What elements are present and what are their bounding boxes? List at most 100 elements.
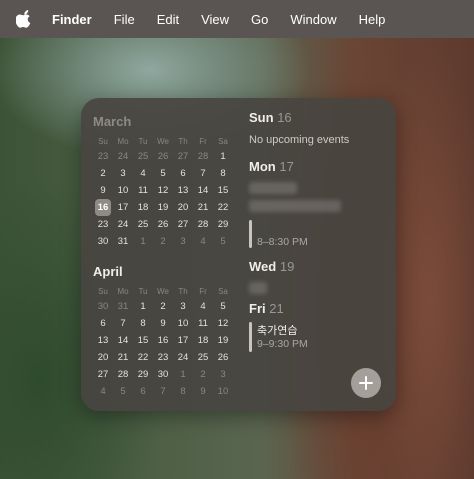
calendar-day[interactable]: 9 [153, 315, 173, 332]
plus-icon [359, 376, 373, 390]
calendar-day[interactable]: 3 [213, 366, 233, 383]
calendar-day[interactable]: 22 [133, 349, 153, 366]
calendar-day[interactable]: 26 [153, 216, 173, 233]
calendar-day[interactable]: 5 [213, 233, 233, 250]
calendar-day[interactable]: 22 [213, 199, 233, 216]
calendar-day[interactable]: 7 [113, 315, 133, 332]
calendar-day[interactable]: 18 [193, 332, 213, 349]
calendar-day[interactable]: 17 [113, 199, 133, 216]
calendar-day[interactable]: 19 [213, 332, 233, 349]
calendar-day[interactable]: 7 [153, 383, 173, 400]
event-item[interactable]: 8–8:30 PM [249, 220, 389, 250]
calendar-day[interactable]: 24 [113, 216, 133, 233]
calendar-day[interactable]: 3 [173, 298, 193, 315]
calendar-day[interactable]: 6 [173, 165, 193, 182]
calendar-day[interactable]: 29 [133, 366, 153, 383]
calendar-day[interactable]: 5 [213, 298, 233, 315]
day-name: Mon [249, 159, 276, 174]
apple-logo-icon[interactable] [16, 10, 34, 28]
calendar-day[interactable]: 24 [173, 349, 193, 366]
calendar-day[interactable]: 6 [93, 315, 113, 332]
calendar-day[interactable]: 8 [213, 165, 233, 182]
calendar-day[interactable]: 28 [193, 216, 213, 233]
calendar-day[interactable]: 15 [133, 332, 153, 349]
calendar-day[interactable]: 4 [133, 165, 153, 182]
calendar-day[interactable]: 25 [133, 148, 153, 165]
calendar-day[interactable]: 30 [93, 233, 113, 250]
calendar-day[interactable]: 4 [193, 233, 213, 250]
calendar-day[interactable]: 31 [113, 233, 133, 250]
calendar-day[interactable]: 5 [153, 165, 173, 182]
menu-help[interactable]: Help [359, 12, 386, 27]
calendar-day[interactable]: 24 [113, 148, 133, 165]
calendar-day[interactable]: 2 [153, 233, 173, 250]
event-item[interactable]: 축가연습 9–9:30 PM [249, 321, 389, 353]
calendar-day[interactable]: 10 [113, 182, 133, 199]
calendar-day[interactable]: 30 [93, 298, 113, 315]
calendar-day[interactable]: 14 [193, 182, 213, 199]
calendar-day[interactable]: 23 [93, 148, 113, 165]
calendar-day[interactable]: 16 [153, 332, 173, 349]
calendar-day[interactable]: 30 [153, 366, 173, 383]
calendar-day[interactable]: 28 [193, 148, 213, 165]
redacted-event [249, 282, 267, 294]
calendar-day[interactable]: 10 [213, 383, 233, 400]
calendar-day[interactable]: 4 [93, 383, 113, 400]
menu-edit[interactable]: Edit [157, 12, 179, 27]
calendar-day[interactable]: 26 [213, 349, 233, 366]
calendar-day[interactable]: 25 [193, 349, 213, 366]
calendar-day[interactable]: 12 [153, 182, 173, 199]
calendar-day[interactable]: 27 [173, 216, 193, 233]
calendar-day[interactable]: 21 [113, 349, 133, 366]
calendar-day[interactable]: 25 [133, 216, 153, 233]
calendar-day[interactable]: 29 [213, 216, 233, 233]
calendar-day[interactable]: 1 [173, 366, 193, 383]
add-event-button[interactable] [351, 368, 381, 398]
menu-finder[interactable]: Finder [52, 12, 92, 27]
calendar-day-today[interactable]: 16 [95, 199, 111, 216]
calendar-day[interactable]: 13 [173, 182, 193, 199]
calendar-day[interactable]: 26 [153, 148, 173, 165]
calendar-day[interactable]: 1 [213, 148, 233, 165]
calendar-widget[interactable]: March Su Mo Tu We Th Fr Sa 23 24 25 26 27 28 1 2 3 4 5 6 7 8… [81, 98, 396, 411]
calendar-day[interactable]: 10 [173, 315, 193, 332]
calendar-day[interactable]: 20 [173, 199, 193, 216]
calendar-day[interactable]: 2 [153, 298, 173, 315]
calendar-day[interactable]: 14 [113, 332, 133, 349]
calendar-day[interactable]: 31 [113, 298, 133, 315]
calendar-day[interactable]: 7 [193, 165, 213, 182]
calendar-day[interactable]: 5 [113, 383, 133, 400]
calendar-day[interactable]: 6 [133, 383, 153, 400]
calendar-day[interactable]: 23 [153, 349, 173, 366]
calendar-day[interactable]: 13 [93, 332, 113, 349]
calendar-day[interactable]: 12 [213, 315, 233, 332]
calendar-day[interactable]: 23 [93, 216, 113, 233]
calendar-day[interactable]: 19 [153, 199, 173, 216]
menu-window[interactable]: Window [290, 12, 336, 27]
calendar-day[interactable]: 4 [193, 298, 213, 315]
calendar-day[interactable]: 15 [213, 182, 233, 199]
calendar-day[interactable]: 8 [133, 315, 153, 332]
menu-go[interactable]: Go [251, 12, 268, 27]
calendar-day[interactable]: 28 [113, 366, 133, 383]
menu-view[interactable]: View [201, 12, 229, 27]
calendar-day[interactable]: 3 [173, 233, 193, 250]
calendar-day[interactable]: 9 [193, 383, 213, 400]
month-title: April [93, 264, 123, 279]
calendar-day[interactable]: 2 [193, 366, 213, 383]
calendar-day[interactable]: 18 [133, 199, 153, 216]
calendar-day[interactable]: 1 [133, 233, 153, 250]
calendar-day[interactable]: 2 [93, 165, 113, 182]
calendar-day[interactable]: 27 [173, 148, 193, 165]
calendar-day[interactable]: 9 [93, 182, 113, 199]
calendar-day[interactable]: 21 [193, 199, 213, 216]
calendar-day[interactable]: 1 [133, 298, 153, 315]
calendar-day[interactable]: 3 [113, 165, 133, 182]
menu-file[interactable]: File [114, 12, 135, 27]
calendar-day[interactable]: 20 [93, 349, 113, 366]
calendar-day[interactable]: 11 [133, 182, 153, 199]
calendar-day[interactable]: 17 [173, 332, 193, 349]
calendar-day[interactable]: 8 [173, 383, 193, 400]
calendar-day[interactable]: 11 [193, 315, 213, 332]
calendar-day[interactable]: 27 [93, 366, 113, 383]
